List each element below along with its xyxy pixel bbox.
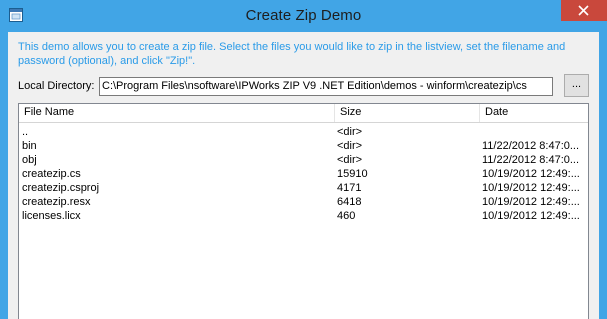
list-item[interactable]: .. <dir>: [19, 126, 588, 139]
list-item[interactable]: licenses.licx 460 10/19/2012 12:49:...: [19, 210, 588, 223]
browse-button[interactable]: ...: [564, 74, 589, 97]
file-size: <dir>: [337, 126, 363, 138]
client-area: This demo allows you to create a zip fil…: [8, 32, 599, 319]
local-directory-input[interactable]: C:\Program Files\nsoftware\IPWorks ZIP V…: [99, 77, 553, 96]
file-date: 10/19/2012 12:49:...: [482, 210, 580, 222]
column-header-size[interactable]: Size: [335, 104, 480, 122]
file-name: createzip.csproj: [22, 182, 100, 194]
file-date: 10/19/2012 12:49:...: [482, 182, 580, 194]
list-item[interactable]: obj <dir> 11/22/2012 8:47:0...: [19, 154, 588, 167]
file-date: 11/22/2012 8:47:0...: [482, 154, 580, 166]
file-size: 4171: [337, 182, 362, 194]
file-date: 10/19/2012 12:49:...: [482, 196, 580, 208]
file-date: 11/22/2012 8:47:0...: [482, 140, 580, 152]
file-size: <dir>: [337, 154, 363, 166]
file-size: <dir>: [337, 140, 363, 152]
listview-header: File Name Size Date: [19, 104, 588, 123]
window-title: Create Zip Demo: [245, 7, 362, 24]
file-size: 6418: [337, 196, 362, 208]
file-name: ..: [22, 126, 29, 138]
file-name: licenses.licx: [22, 210, 81, 222]
app-window: Create Zip Demo This demo allows you to …: [0, 0, 607, 319]
file-name: bin: [22, 140, 37, 152]
file-name: obj: [22, 154, 37, 166]
list-item[interactable]: bin <dir> 11/22/2012 8:47:0...: [19, 140, 588, 153]
demo-description: This demo allows you to create a zip fil…: [18, 41, 566, 67]
file-size: 460: [337, 210, 356, 222]
column-header-date[interactable]: Date: [480, 104, 588, 122]
list-item[interactable]: createzip.cs 15910 10/19/2012 12:49:...: [19, 168, 588, 181]
list-item[interactable]: createzip.csproj 4171 10/19/2012 12:49:.…: [19, 182, 588, 195]
file-size: 15910: [337, 168, 368, 180]
file-name: createzip.resx: [22, 196, 91, 208]
file-date: 10/19/2012 12:49:...: [482, 168, 580, 180]
column-header-file-name[interactable]: File Name: [19, 104, 335, 122]
local-directory-label: Local Directory:: [18, 80, 95, 92]
close-button[interactable]: [561, 0, 607, 21]
file-listview[interactable]: File Name Size Date .. <dir> bin <dir> 1…: [18, 103, 589, 319]
close-icon: [578, 5, 589, 16]
list-item[interactable]: createzip.resx 6418 10/19/2012 12:49:...: [19, 196, 588, 209]
file-name: createzip.cs: [22, 168, 81, 180]
title-bar[interactable]: Create Zip Demo: [0, 0, 607, 32]
